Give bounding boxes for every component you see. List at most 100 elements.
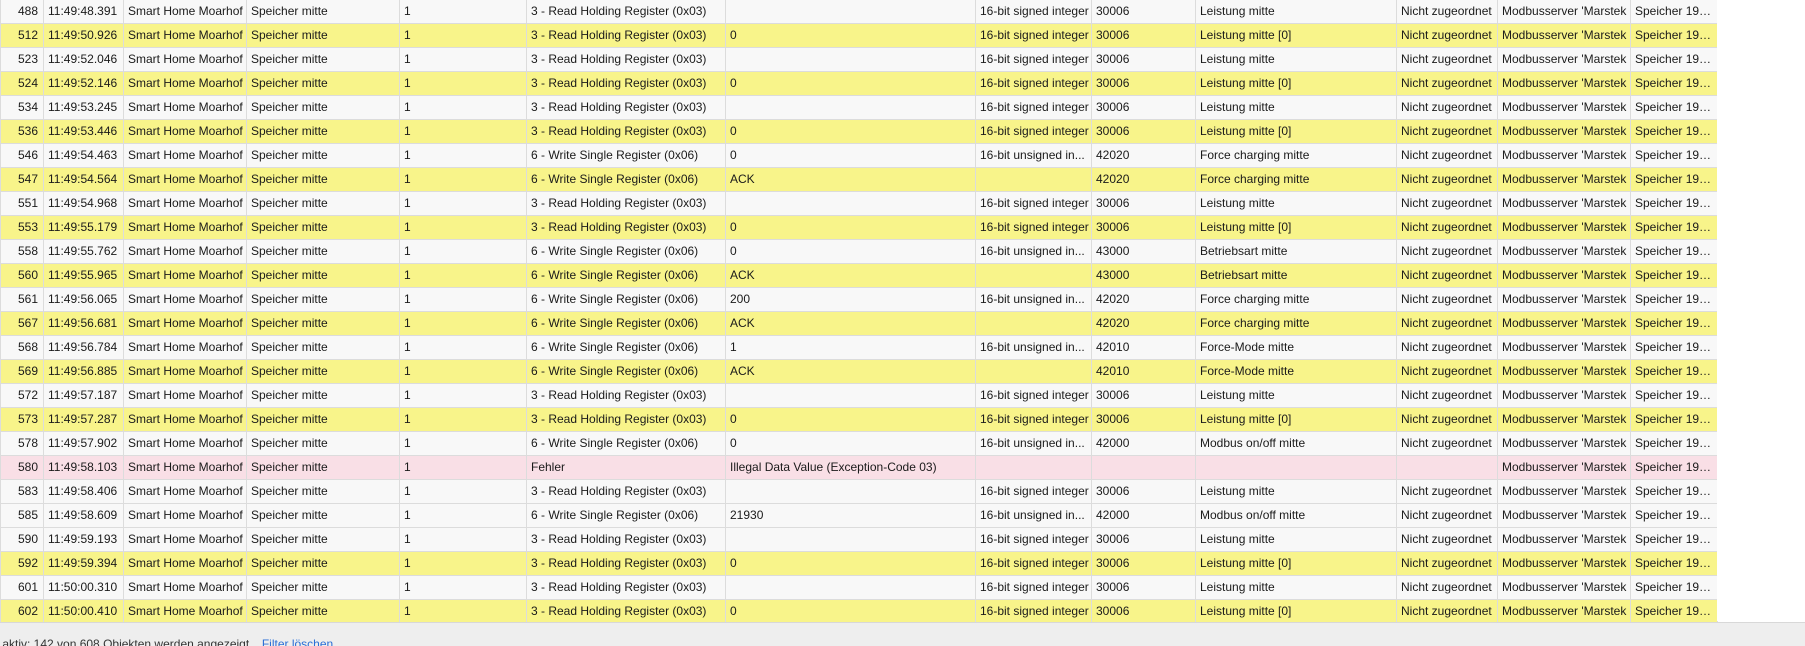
cell-row-id: 536	[0, 119, 44, 144]
cell-connection: Speicher 192.1...	[1630, 47, 1718, 72]
cell-value	[725, 191, 976, 216]
cell-register: 30006	[1091, 71, 1196, 96]
cell-device: Speicher mitte	[246, 191, 400, 216]
cell-object-name: Betriebsart mitte	[1195, 263, 1397, 288]
table-row[interactable]: 585 11:49:58.609 Smart Home Moarhof Speiche…	[0, 503, 1718, 528]
cell-connection: Speicher 192.1...	[1630, 599, 1718, 624]
cell-object-name: Leistung mitte	[1195, 0, 1397, 24]
cell-unit-id: 1	[399, 143, 527, 168]
cell-assignment: Nicht zugeordnet	[1396, 47, 1498, 72]
table-row[interactable]: 569 11:49:56.885 Smart Home Moarhof Speiche…	[0, 359, 1718, 384]
cell-object-name: Force-Mode mitte	[1195, 359, 1397, 384]
table-row[interactable]: 512 11:49:50.926 Smart Home Moarhof Speiche…	[0, 23, 1718, 48]
log-window: 488 11:49:48.391 Smart Home Moarhof Speiche…	[0, 0, 1805, 646]
cell-function: 3 - Read Holding Register (0x03)	[526, 23, 726, 48]
table-row[interactable]: 551 11:49:54.968 Smart Home Moarhof Speiche…	[0, 191, 1718, 216]
cell-time: 11:49:56.784	[43, 335, 124, 360]
cell-datatype: 16-bit signed integer	[975, 215, 1092, 240]
cell-project: Smart Home Moarhof	[123, 191, 247, 216]
table-row[interactable]: 602 11:50:00.410 Smart Home Moarhof Speiche…	[0, 599, 1718, 624]
cell-device: Speicher mitte	[246, 479, 400, 504]
table-row[interactable]: 561 11:49:56.065 Smart Home Moarhof Speiche…	[0, 287, 1718, 312]
cell-device: Speicher mitte	[246, 527, 400, 552]
cell-server: Modbusserver 'Marstek	[1497, 551, 1631, 576]
cell-unit-id: 1	[399, 359, 527, 384]
cell-project: Smart Home Moarhof	[123, 23, 247, 48]
cell-device: Speicher mitte	[246, 407, 400, 432]
cell-project: Smart Home Moarhof	[123, 359, 247, 384]
table-row[interactable]: 534 11:49:53.245 Smart Home Moarhof Speiche…	[0, 95, 1718, 120]
cell-server: Modbusserver 'Marstek	[1497, 311, 1631, 336]
table-row[interactable]: 553 11:49:55.179 Smart Home Moarhof Speiche…	[0, 215, 1718, 240]
cell-datatype: 16-bit signed integer	[975, 71, 1092, 96]
table-row[interactable]: 546 11:49:54.463 Smart Home Moarhof Speiche…	[0, 143, 1718, 168]
cell-row-id: 568	[0, 335, 44, 360]
cell-object-name: Leistung mitte [0]	[1195, 215, 1397, 240]
cell-function: 3 - Read Holding Register (0x03)	[526, 71, 726, 96]
table-row[interactable]: 488 11:49:48.391 Smart Home Moarhof Speiche…	[0, 0, 1718, 24]
cell-value	[725, 575, 976, 600]
cell-object-name: Force charging mitte	[1195, 287, 1397, 312]
table-row[interactable]: 573 11:49:57.287 Smart Home Moarhof Speiche…	[0, 407, 1718, 432]
cell-project: Smart Home Moarhof	[123, 431, 247, 456]
table-row[interactable]: 567 11:49:56.681 Smart Home Moarhof Speiche…	[0, 311, 1718, 336]
cell-project: Smart Home Moarhof	[123, 503, 247, 528]
cell-device: Speicher mitte	[246, 311, 400, 336]
cell-time: 11:49:53.245	[43, 95, 124, 120]
cell-function: 6 - Write Single Register (0x06)	[526, 263, 726, 288]
cell-device: Speicher mitte	[246, 599, 400, 624]
table-row[interactable]: 592 11:49:59.394 Smart Home Moarhof Speiche…	[0, 551, 1718, 576]
cell-row-id: 512	[0, 23, 44, 48]
cell-function: 3 - Read Holding Register (0x03)	[526, 191, 726, 216]
table-row[interactable]: 572 11:49:57.187 Smart Home Moarhof Speiche…	[0, 383, 1718, 408]
cell-time: 11:49:55.965	[43, 263, 124, 288]
table-row[interactable]: 536 11:49:53.446 Smart Home Moarhof Speiche…	[0, 119, 1718, 144]
cell-function: 3 - Read Holding Register (0x03)	[526, 47, 726, 72]
cell-register: 30006	[1091, 47, 1196, 72]
cell-unit-id: 1	[399, 167, 527, 192]
cell-row-id: 546	[0, 143, 44, 168]
cell-assignment: Nicht zugeordnet	[1396, 95, 1498, 120]
table-row[interactable]: 583 11:49:58.406 Smart Home Moarhof Speiche…	[0, 479, 1718, 504]
table-row[interactable]: 568 11:49:56.784 Smart Home Moarhof Speiche…	[0, 335, 1718, 360]
cell-register: 30006	[1091, 575, 1196, 600]
table-row[interactable]: 523 11:49:52.046 Smart Home Moarhof Speiche…	[0, 47, 1718, 72]
cell-object-name: Leistung mitte	[1195, 575, 1397, 600]
cell-server: Modbusserver 'Marstek	[1497, 455, 1631, 480]
clear-filter-link[interactable]: Filter löschen	[262, 637, 333, 646]
cell-assignment: Nicht zugeordnet	[1396, 359, 1498, 384]
cell-function: 3 - Read Holding Register (0x03)	[526, 479, 726, 504]
cell-unit-id: 1	[399, 71, 527, 96]
table-row[interactable]: 558 11:49:55.762 Smart Home Moarhof Speiche…	[0, 239, 1718, 264]
cell-time: 11:49:58.103	[43, 455, 124, 480]
table-row[interactable]: 580 11:49:58.103 Smart Home Moarhof Speiche…	[0, 455, 1718, 480]
cell-connection: Speicher 192.1...	[1630, 455, 1718, 480]
cell-unit-id: 1	[399, 263, 527, 288]
cell-assignment: Nicht zugeordnet	[1396, 503, 1498, 528]
table-row[interactable]: 590 11:49:59.193 Smart Home Moarhof Speiche…	[0, 527, 1718, 552]
cell-datatype	[975, 455, 1092, 480]
table-row[interactable]: 578 11:49:57.902 Smart Home Moarhof Speiche…	[0, 431, 1718, 456]
table-row[interactable]: 547 11:49:54.564 Smart Home Moarhof Speiche…	[0, 167, 1718, 192]
cell-time: 11:49:54.463	[43, 143, 124, 168]
cell-object-name: Leistung mitte [0]	[1195, 599, 1397, 624]
table-row[interactable]: 601 11:50:00.310 Smart Home Moarhof Speiche…	[0, 575, 1718, 600]
cell-register: 30006	[1091, 479, 1196, 504]
cell-datatype: 16-bit signed integer	[975, 479, 1092, 504]
table-row[interactable]: 560 11:49:55.965 Smart Home Moarhof Speiche…	[0, 263, 1718, 288]
cell-time: 11:49:58.609	[43, 503, 124, 528]
cell-datatype: 16-bit signed integer	[975, 599, 1092, 624]
cell-assignment: Nicht zugeordnet	[1396, 407, 1498, 432]
cell-assignment: Nicht zugeordnet	[1396, 23, 1498, 48]
cell-function: 3 - Read Holding Register (0x03)	[526, 575, 726, 600]
cell-object-name: Leistung mitte [0]	[1195, 551, 1397, 576]
cell-row-id: 558	[0, 239, 44, 264]
cell-device: Speicher mitte	[246, 0, 400, 24]
cell-object-name: Force charging mitte	[1195, 167, 1397, 192]
cell-unit-id: 1	[399, 287, 527, 312]
cell-datatype: 16-bit unsigned in...	[975, 143, 1092, 168]
cell-connection: Speicher 192.1...	[1630, 551, 1718, 576]
cell-assignment: Nicht zugeordnet	[1396, 479, 1498, 504]
table-row[interactable]: 524 11:49:52.146 Smart Home Moarhof Speiche…	[0, 71, 1718, 96]
cell-project: Smart Home Moarhof	[123, 215, 247, 240]
